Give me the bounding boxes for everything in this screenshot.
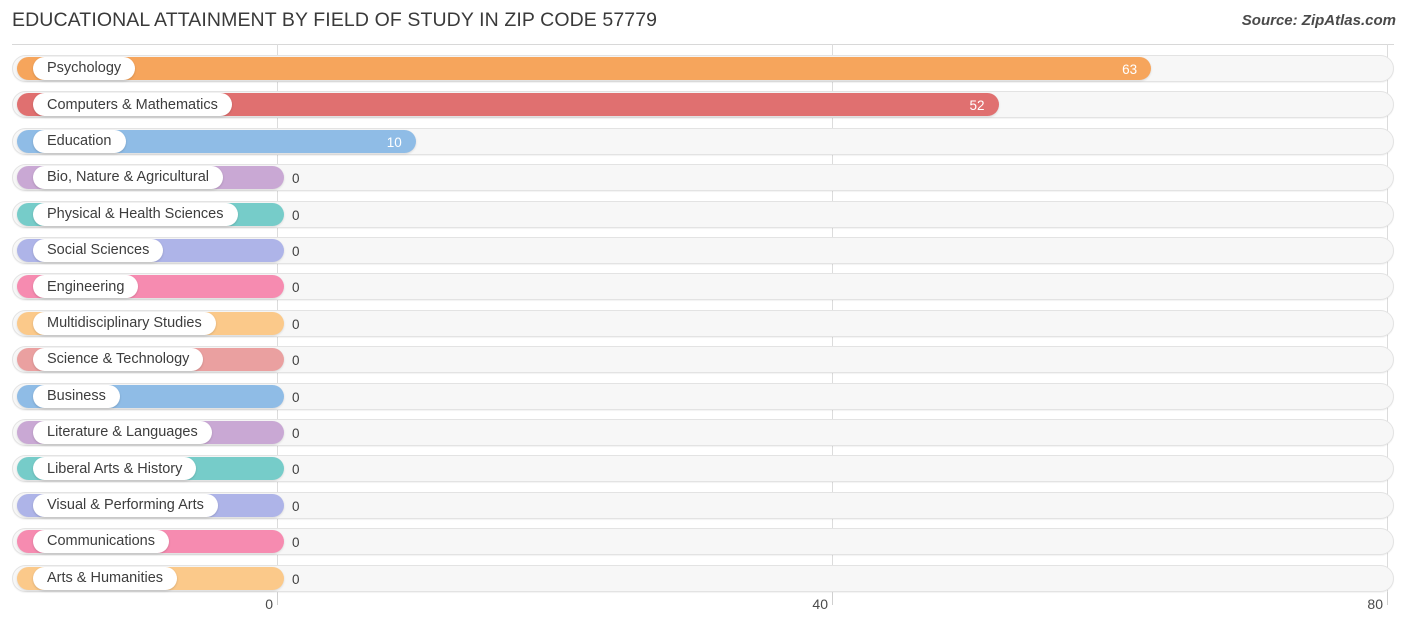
bar-category-text: Bio, Nature & Agricultural	[47, 169, 209, 186]
bar-row[interactable]: Computers & Mathematics 52	[0, 87, 1406, 123]
bar-value-label: 0	[292, 535, 300, 551]
bar-value-label: 0	[292, 171, 300, 187]
bar-row[interactable]: Education 10	[0, 124, 1406, 160]
bar-category-text: Communications	[47, 533, 155, 550]
bar-category-label: Bio, Nature & Agricultural	[33, 166, 223, 190]
bar-row[interactable]: Business 0	[0, 379, 1406, 415]
bar-category-label: Literature & Languages	[33, 421, 212, 444]
bar-row[interactable]: Communications 0	[0, 524, 1406, 560]
bar-category-text: Literature & Languages	[47, 424, 198, 441]
bar-category-label: Physical & Health Sciences	[33, 202, 238, 226]
axis-tick	[1387, 592, 1388, 605]
bar-value-label: 0	[292, 280, 300, 296]
bar-category-text: Arts & Humanities	[47, 569, 164, 586]
chart-page: EDUCATIONAL ATTAINMENT BY FIELD OF STUDY…	[0, 0, 1406, 631]
bar-row[interactable]: Science & Technology 0	[0, 342, 1406, 378]
bar-category-text: Physical & Health Sciences	[47, 205, 224, 222]
axis-tick	[277, 592, 278, 605]
plot-top-rule	[12, 44, 1394, 45]
bar-category-text: Social Sciences	[47, 242, 150, 259]
bar-category-text: Multidisciplinary Studies	[47, 315, 202, 332]
bar-category-label: Engineering	[33, 275, 139, 299]
bar-category-label: Science & Technology	[33, 348, 204, 372]
bar-row[interactable]: Literature & Languages 0	[0, 415, 1406, 451]
bar-row[interactable]: Psychology 63	[0, 51, 1406, 87]
bar-category-label: Visual & Performing Arts	[33, 493, 218, 517]
bar-category-label: Liberal Arts & History	[33, 457, 197, 481]
bar-value-label: 0	[292, 389, 300, 405]
bar-value-label: 0	[292, 426, 300, 441]
bar-category-label: Psychology	[33, 57, 136, 80]
bar-category-text: Engineering	[47, 278, 125, 295]
bar-row[interactable]: Visual & Performing Arts 0	[0, 488, 1406, 524]
axis-tick-label: 0	[265, 596, 273, 612]
chart-header: EDUCATIONAL ATTAINMENT BY FIELD OF STUDY…	[0, 0, 1406, 44]
bar-category-text: Visual & Performing Arts	[47, 497, 204, 514]
bar-value-label: 0	[292, 353, 300, 369]
bar-category-text: Psychology	[47, 60, 122, 77]
source-attribution: Source: ZipAtlas.com	[1241, 12, 1396, 29]
plot-area: Psychology 63 Computers & Mathematics 52 Edu…	[0, 44, 1406, 592]
bar-category-label: Education	[33, 129, 126, 153]
page-title: EDUCATIONAL ATTAINMENT BY FIELD OF STUDY…	[12, 9, 658, 31]
bar-value-label: 0	[292, 462, 300, 478]
bar-category-text: Education	[47, 133, 112, 150]
bar-row[interactable]: Physical & Health Sciences 0	[0, 197, 1406, 233]
bar-category-text: Computers & Mathematics	[47, 96, 218, 113]
bar-category-text: Business	[47, 387, 106, 404]
bar-category-label: Arts & Humanities	[33, 566, 178, 590]
bar-row[interactable]: Multidisciplinary Studies 0	[0, 306, 1406, 342]
bar-category-text: Liberal Arts & History	[47, 460, 183, 477]
bar-category-label: Computers & Mathematics	[33, 93, 232, 117]
bar-category-text: Science & Technology	[47, 351, 190, 368]
axis-tick-label: 40	[812, 596, 828, 612]
bar-row[interactable]: Social Sciences 0	[0, 233, 1406, 269]
axis-tick	[832, 592, 833, 605]
bar-row[interactable]: Liberal Arts & History 0	[0, 451, 1406, 487]
bar-value-label: 63	[1122, 62, 1138, 77]
bar-value-label: 0	[292, 571, 300, 587]
bar-value-label: 0	[292, 498, 300, 514]
bar-row[interactable]: Bio, Nature & Agricultural 0	[0, 160, 1406, 196]
axis-tick-label: 80	[1367, 596, 1383, 612]
bar-value-label: 10	[386, 134, 402, 150]
bar-value-label: 0	[292, 316, 300, 332]
bar-category-label: Business	[33, 384, 120, 408]
x-axis: 0 40 80	[0, 592, 1406, 631]
bar-category-label: Communications	[33, 530, 169, 554]
bar-row[interactable]: Engineering 0	[0, 269, 1406, 305]
bar[interactable]	[17, 57, 1152, 80]
bar-category-label: Social Sciences	[33, 239, 164, 262]
bar-value-label: 0	[292, 207, 300, 223]
bar-value-label: 52	[969, 98, 985, 114]
bar-value-label: 0	[292, 244, 300, 259]
bar-category-label: Multidisciplinary Studies	[33, 311, 216, 335]
